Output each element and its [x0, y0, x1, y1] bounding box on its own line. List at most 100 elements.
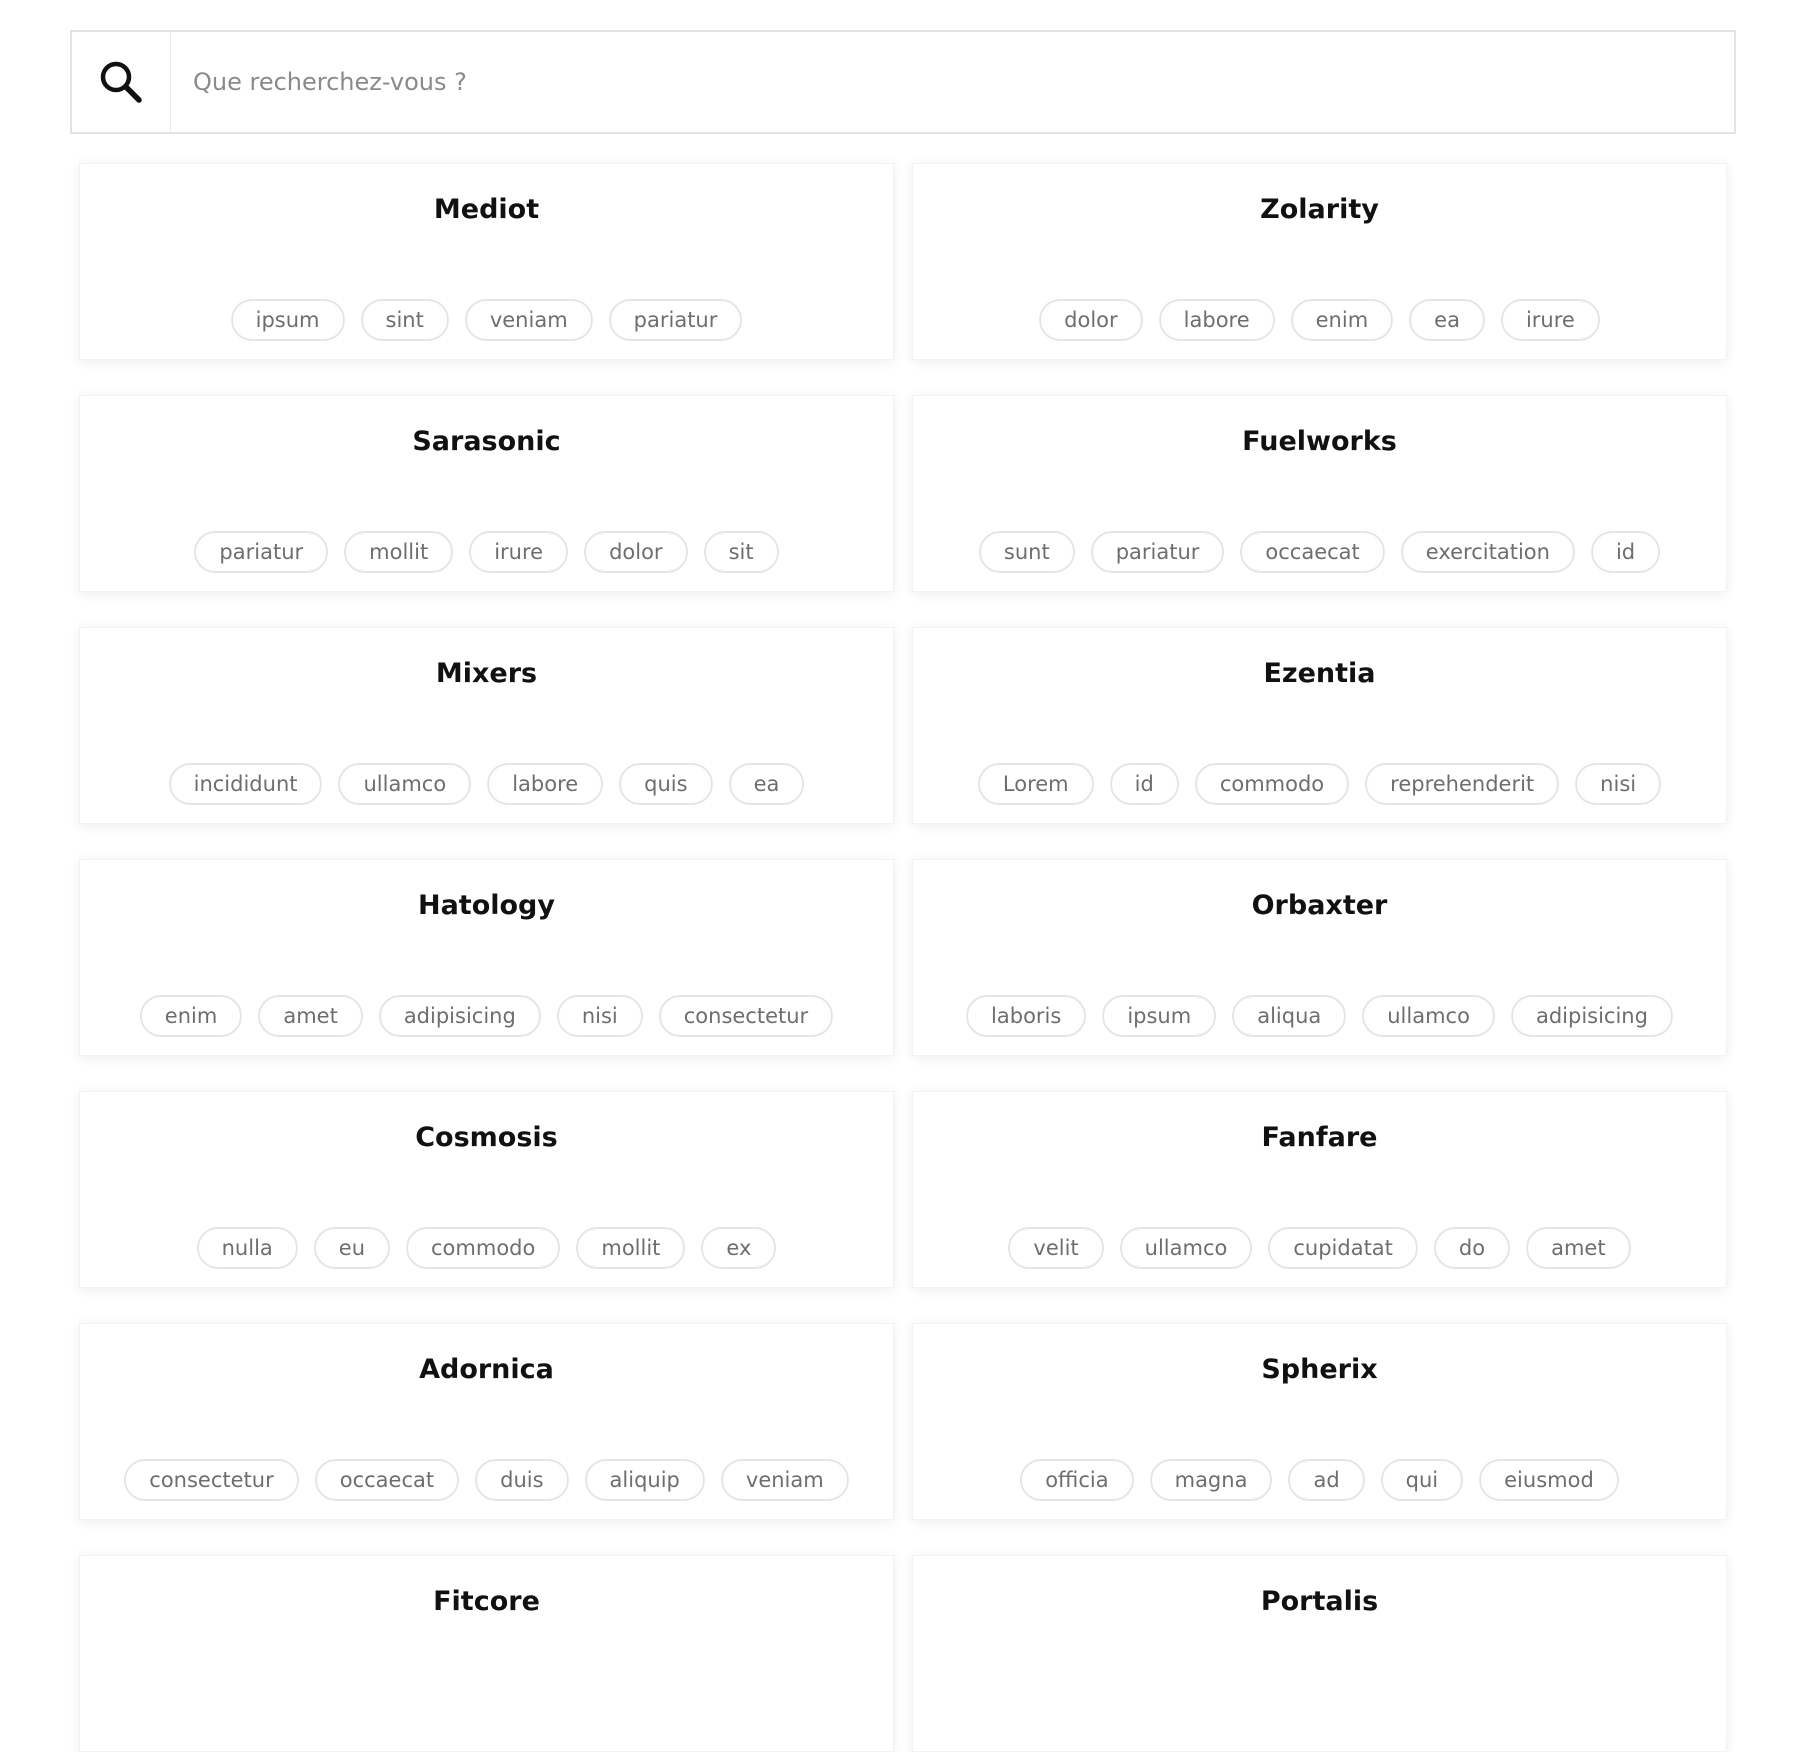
tag-pill[interactable]: ullamco — [338, 763, 472, 805]
tag-pill[interactable]: ea — [728, 763, 805, 805]
tag-pill[interactable]: exercitation — [1400, 531, 1575, 573]
tag-pill[interactable]: labore — [1158, 299, 1275, 341]
tag-pill[interactable]: incididunt — [168, 763, 323, 805]
tag-pill[interactable]: ullamco — [1362, 995, 1495, 1037]
tag-pill[interactable]: id — [1109, 763, 1179, 805]
product-card[interactable]: Cosmosis nulla eu commodo mollit ex — [79, 1091, 894, 1288]
card-title: Portalis — [1260, 1586, 1379, 1617]
tag-pill[interactable]: mollit — [576, 1227, 686, 1269]
tag-pill[interactable]: labore — [487, 763, 604, 805]
tag-pill[interactable]: sit — [703, 531, 779, 573]
tag-list: Lorem id commodo reprehenderit nisi — [977, 763, 1662, 805]
tag-list: ipsum sint veniam pariatur — [230, 299, 743, 341]
card-title: Fuelworks — [1242, 426, 1397, 457]
product-card[interactable]: Fanfare velit ullamco cupidatat do amet — [912, 1091, 1727, 1288]
product-card[interactable]: Fitcore — [79, 1555, 894, 1752]
tag-pill[interactable]: nisi — [556, 995, 643, 1037]
card-title: Hatology — [417, 890, 555, 921]
tag-pill[interactable]: irure — [469, 531, 569, 573]
product-card[interactable]: Orbaxter laboris ipsum aliqua ullamco adipisi… — [912, 859, 1727, 1056]
tag-pill[interactable]: eu — [313, 1227, 391, 1269]
tag-list: nulla eu commodo mollit ex — [196, 1227, 777, 1269]
card-title: Ezentia — [1263, 658, 1376, 689]
tag-pill[interactable]: irure — [1500, 299, 1600, 341]
tag-pill[interactable]: sint — [360, 299, 449, 341]
tag-pill[interactable]: veniam — [720, 1459, 849, 1501]
tag-pill[interactable]: mollit — [344, 531, 454, 573]
tag-list: incididunt ullamco labore quis ea — [168, 763, 805, 805]
product-card[interactable]: Hatology enim amet adipisicing nisi consectet… — [79, 859, 894, 1056]
tag-pill[interactable]: pariatur — [194, 531, 329, 573]
card-title: Orbaxter — [1251, 890, 1388, 921]
tag-pill[interactable]: occaecat — [314, 1459, 460, 1501]
tag-list: officia magna ad qui eiusmod — [1020, 1459, 1619, 1501]
tag-pill[interactable]: pariatur — [608, 299, 743, 341]
tag-pill[interactable]: amet — [1526, 1227, 1631, 1269]
tag-list: dolor labore enim ea irure — [1039, 299, 1600, 341]
product-grid: Mediot ipsum sint veniam pariatur Zolarity dol… — [79, 163, 1727, 1752]
tag-pill[interactable]: enim — [139, 995, 243, 1037]
tag-pill[interactable]: quis — [619, 763, 713, 805]
tag-pill[interactable]: veniam — [464, 299, 593, 341]
product-card[interactable]: Zolarity dolor labore enim ea irure — [912, 163, 1727, 360]
tag-pill[interactable]: nulla — [196, 1227, 298, 1269]
tag-pill[interactable]: aliquip — [584, 1459, 705, 1501]
tag-pill[interactable]: dolor — [584, 531, 688, 573]
tag-pill[interactable]: laboris — [966, 995, 1087, 1037]
tag-pill[interactable]: adipisicing — [378, 995, 541, 1037]
tag-list: consectetur occaecat duis aliquip veniam — [124, 1459, 849, 1501]
tag-pill[interactable]: cupidatat — [1268, 1227, 1418, 1269]
product-card[interactable]: Ezentia Lorem id commodo reprehenderit nisi — [912, 627, 1727, 824]
card-title: Fitcore — [433, 1586, 540, 1617]
tag-pill[interactable]: pariatur — [1090, 531, 1225, 573]
tag-pill[interactable]: ipsum — [230, 299, 345, 341]
product-card[interactable]: Sarasonic pariatur mollit irure dolor sit — [79, 395, 894, 592]
tag-pill[interactable]: consectetur — [124, 1459, 299, 1501]
tag-list: enim amet adipisicing nisi consectetur — [139, 995, 834, 1037]
tag-pill[interactable]: Lorem — [977, 763, 1094, 805]
card-title: Sarasonic — [412, 426, 561, 457]
card-title: Spherix — [1261, 1354, 1378, 1385]
tag-pill[interactable]: ullamco — [1119, 1227, 1253, 1269]
tag-pill[interactable]: commodo — [406, 1227, 561, 1269]
card-title: Zolarity — [1260, 194, 1379, 225]
tag-pill[interactable]: reprehenderit — [1365, 763, 1560, 805]
search-input[interactable] — [171, 32, 1734, 132]
tag-pill[interactable]: amet — [258, 995, 363, 1037]
search-icon[interactable] — [72, 32, 171, 132]
product-card[interactable]: Mixers incididunt ullamco labore quis ea — [79, 627, 894, 824]
card-title: Cosmosis — [415, 1122, 558, 1153]
tag-list: sunt pariatur occaecat exercitation id — [978, 531, 1661, 573]
tag-list: pariatur mollit irure dolor sit — [194, 531, 779, 573]
card-title: Mediot — [433, 194, 540, 225]
tag-pill[interactable]: officia — [1020, 1459, 1134, 1501]
tag-pill[interactable]: sunt — [978, 531, 1075, 573]
card-title: Fanfare — [1261, 1122, 1378, 1153]
tag-pill[interactable]: id — [1590, 531, 1661, 573]
tag-pill[interactable]: ex — [701, 1227, 777, 1269]
product-card[interactable]: Fuelworks sunt pariatur occaecat exercitatio… — [912, 395, 1727, 592]
tag-pill[interactable]: eiusmod — [1479, 1459, 1619, 1501]
product-card[interactable]: Spherix officia magna ad qui eiusmod — [912, 1323, 1727, 1520]
tag-pill[interactable]: consectetur — [658, 995, 834, 1037]
tag-pill[interactable]: dolor — [1039, 299, 1143, 341]
tag-list: laboris ipsum aliqua ullamco adipisicing — [966, 995, 1673, 1037]
product-card[interactable]: Portalis — [912, 1555, 1727, 1752]
tag-pill[interactable]: duis — [475, 1459, 569, 1501]
tag-pill[interactable]: magna — [1149, 1459, 1273, 1501]
tag-pill[interactable]: do — [1433, 1227, 1511, 1269]
tag-pill[interactable]: ipsum — [1102, 995, 1217, 1037]
product-card[interactable]: Mediot ipsum sint veniam pariatur — [79, 163, 894, 360]
tag-pill[interactable]: enim — [1290, 299, 1394, 341]
tag-pill[interactable]: nisi — [1575, 763, 1662, 805]
tag-pill[interactable]: aliqua — [1232, 995, 1347, 1037]
product-card[interactable]: Adornica consectetur occaecat duis aliquip ve… — [79, 1323, 894, 1520]
tag-pill[interactable]: ea — [1409, 299, 1485, 341]
tag-pill[interactable]: adipisicing — [1510, 995, 1673, 1037]
tag-pill[interactable]: commodo — [1194, 763, 1350, 805]
tag-pill[interactable]: occaecat — [1240, 531, 1385, 573]
tag-pill[interactable]: qui — [1380, 1459, 1464, 1501]
card-title: Adornica — [419, 1354, 554, 1385]
tag-pill[interactable]: ad — [1288, 1459, 1365, 1501]
tag-pill[interactable]: velit — [1008, 1227, 1104, 1269]
